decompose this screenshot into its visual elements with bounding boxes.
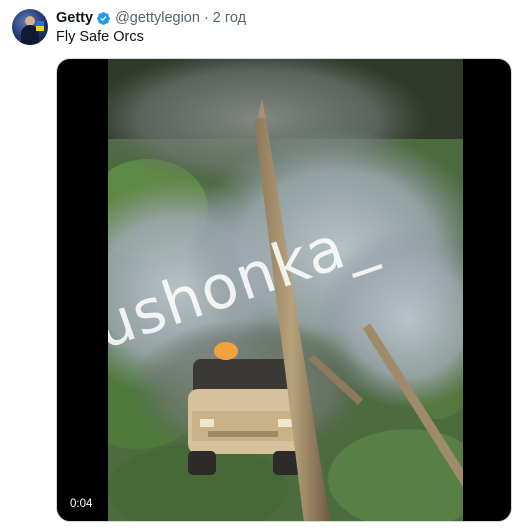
video-player[interactable]: ushonka_ 0:04 (56, 58, 512, 522)
tweet-header: Getty @gettylegion · 2 год (56, 8, 246, 28)
verified-badge-icon (96, 11, 111, 26)
author-handle[interactable]: @gettylegion (115, 10, 200, 26)
timestamp[interactable]: 2 год (213, 10, 246, 26)
separator-dot: · (203, 10, 209, 26)
tweet[interactable]: Getty @gettylegion · 2 год Fly Safe Orcs (0, 0, 524, 530)
avatar[interactable] (12, 9, 48, 45)
video-frame: ushonka_ (108, 59, 463, 521)
video-duration: 0:04 (65, 495, 98, 513)
author-name[interactable]: Getty (56, 10, 93, 26)
tweet-text: Fly Safe Orcs (56, 29, 144, 45)
